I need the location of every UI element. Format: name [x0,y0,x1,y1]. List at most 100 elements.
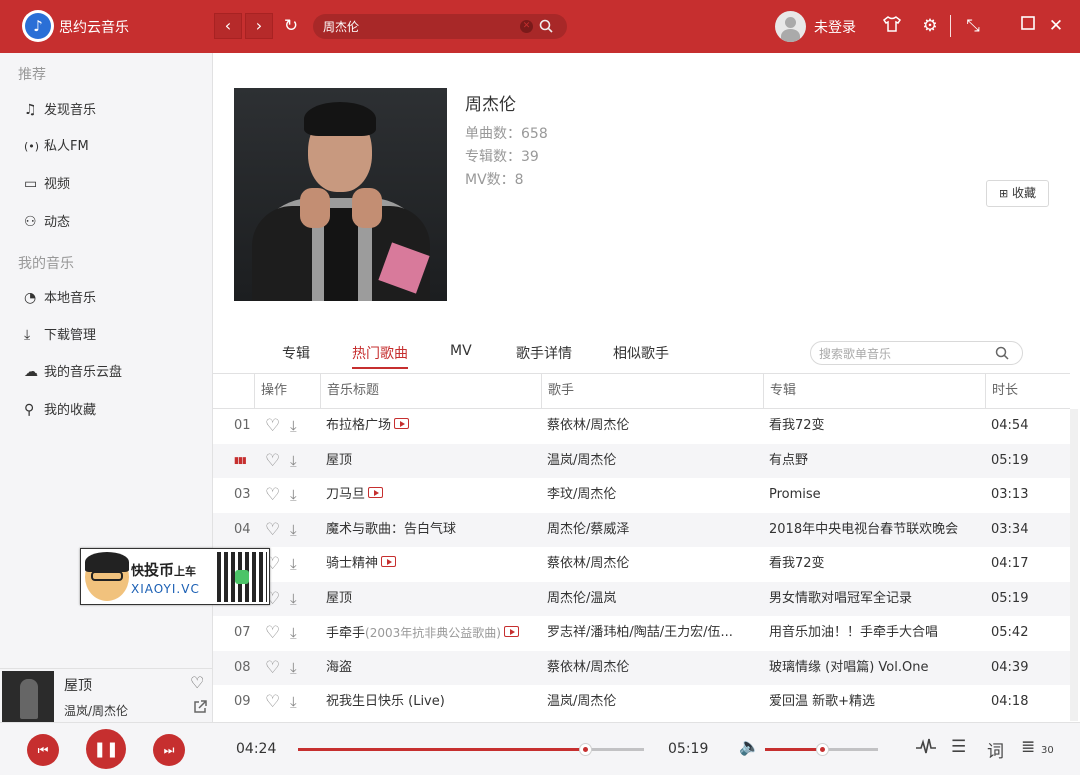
clear-icon[interactable]: ✕ [520,20,533,33]
song-search-input[interactable] [819,346,989,361]
download-icon[interactable]: ⤓ [290,478,297,512]
forward-button[interactable]: › [245,13,273,39]
refresh-button[interactable]: ↻ [280,13,302,39]
back-button[interactable]: ‹ [214,13,242,39]
sidebar-item-local-music[interactable]: ◔ 本地音乐 [24,286,96,310]
tab-similar-artists[interactable]: 相似歌手 [613,343,669,363]
download-icon[interactable]: ⤓ [290,685,297,719]
tab-mv[interactable]: MV [450,343,472,359]
volume-knob[interactable] [815,743,829,756]
song-album[interactable]: 用音乐加油！！手牵手大合唱 [769,616,981,650]
table-row[interactable]: 05♡⤓骑士精神蔡依林/周杰伦看我72变04:17 [213,547,1070,581]
tab-hot-songs[interactable]: 热门歌曲 [352,343,408,363]
skin-shirt-icon[interactable] [880,14,904,38]
maximize-icon[interactable] [1016,14,1040,38]
volume-slider[interactable] [765,743,878,756]
song-singer[interactable]: 周杰伦/蔡威泽 [547,513,757,547]
song-singer[interactable]: 温岚/周杰伦 [547,685,757,719]
pause-button[interactable]: ❚❚ [86,729,126,769]
now-playing-cover[interactable] [2,671,54,723]
now-playing-mini[interactable]: 屋顶 温岚/周杰伦 ♡ [0,668,213,723]
sidebar-item-collection[interactable]: ⚲ 我的收藏 [24,398,96,422]
heart-icon[interactable]: ♡ [265,478,280,512]
download-icon[interactable]: ⤓ [290,547,297,581]
search-icon[interactable] [539,16,557,36]
song-singer[interactable]: 温岚/周杰伦 [547,444,757,478]
qr-code-icon [217,552,267,602]
tab-albums[interactable]: 专辑 [282,343,310,363]
scrollbar[interactable] [1070,409,1078,721]
lyrics-button[interactable]: 词 [987,737,1004,762]
progress-knob[interactable] [579,743,593,756]
song-album[interactable]: 看我72变 [769,547,981,581]
share-icon[interactable] [192,699,208,719]
song-album[interactable]: 有点野 [769,444,981,478]
previous-button[interactable]: ⏮ [27,734,59,766]
row-index: 08 [234,659,251,675]
sidebar-item-cloud[interactable]: ☁ 我的音乐云盘 [24,360,122,384]
heart-icon[interactable]: ♡ [265,685,280,719]
column-header-singer[interactable]: 歌手 [541,374,763,408]
volume-icon[interactable]: 🔈 [739,737,760,757]
user-avatar[interactable] [775,11,806,42]
song-singer[interactable]: 蔡依林/周杰伦 [547,651,757,685]
login-link[interactable]: 未登录 [814,17,856,37]
song-singer[interactable]: 周杰伦/温岚 [547,582,757,616]
song-album[interactable]: Promise [769,478,981,512]
song-album[interactable]: 看我72变 [769,409,981,443]
sidebar-item-discover[interactable]: ♫ 发现音乐 [24,98,96,122]
column-header-title[interactable]: 音乐标题 [320,374,541,408]
sound-effect-icon[interactable] [915,737,937,762]
song-album[interactable]: 爱回温 新歌+精选 [769,685,981,719]
song-singer[interactable]: 蔡依林/周杰伦 [547,409,757,443]
table-row[interactable]: 04 ♡ ⤓ 魔术与歌曲：告白气球 周杰伦/蔡威泽 2018年中央电视台春节联欢晚会 03:… [213,512,1070,547]
table-row[interactable]: 01 ♡ ⤓ 布拉格广场 蔡依林/周杰伦 看我72变 04:54 [213,409,1070,443]
playlist-icon[interactable]: ≣ [1021,737,1035,757]
sidebar-item-video[interactable]: ▭ 视频 [24,172,70,196]
column-header-album[interactable]: 专辑 [763,374,985,408]
song-singer[interactable]: 蔡依林/周杰伦 [547,547,757,581]
now-playing-artist[interactable]: 温岚/周杰伦 [64,702,128,719]
tab-artist-details[interactable]: 歌手详情 [516,343,572,363]
progress-bar[interactable] [298,743,644,756]
download-icon[interactable]: ⤓ [290,616,297,650]
song-album[interactable]: 男女情歌对唱冠军全记录 [769,582,981,616]
mv-play-icon[interactable] [368,487,384,498]
mv-play-icon[interactable] [381,556,397,567]
close-icon[interactable]: ✕ [1044,14,1068,38]
settings-gear-icon[interactable]: ⚙ [918,14,942,38]
sidebar-item-fm[interactable]: (•) 私人FM [24,135,89,159]
download-icon[interactable]: ⤓ [290,651,297,685]
heart-icon[interactable]: ♡ [190,673,204,692]
download-icon[interactable]: ⤓ [290,582,297,616]
download-icon[interactable]: ⤓ [290,444,297,478]
mv-play-icon[interactable] [394,418,410,429]
table-row[interactable]: 03 ♡ ⤓ 刀马旦 李玟/周杰伦 Promise 03:13 [213,478,1070,512]
sidebar-item-downloads[interactable]: ⤓ 下载管理 [24,323,96,347]
table-row[interactable]: ▮▮▮ ♡ ⤓ 屋顶 温岚/周杰伦 有点野 05:19 [213,443,1070,478]
column-header-duration[interactable]: 时长 [985,374,1070,408]
song-album[interactable]: 2018年中央电视台春节联欢晚会 [769,513,981,547]
heart-icon[interactable]: ♡ [265,409,280,443]
search-icon[interactable] [995,344,1009,366]
heart-icon[interactable]: ♡ [265,616,280,650]
sidebar-item-friends[interactable]: ⚇ 动态 [24,210,70,234]
table-row[interactable]: 07 ♡ ⤓ 手牵手(2003年抗非典公益歌曲) 罗志祥/潘玮柏/陶喆/王力宏/伍...… [213,616,1070,650]
table-row[interactable]: 08 ♡ ⤓ 海盗 蔡依林/周杰伦 玻璃情缘 (对唱篇) Vol.One 04:39 [213,650,1070,685]
table-row[interactable]: 06♡⤓屋顶周杰伦/温岚男女情歌对唱冠军全记录05:19 [213,581,1070,616]
heart-icon[interactable]: ♡ [265,513,280,547]
song-album[interactable]: 玻璃情缘 (对唱篇) Vol.One [769,651,981,685]
mini-mode-icon[interactable]: ⤡ [961,14,985,38]
song-singer[interactable]: 李玟/周杰伦 [547,478,757,512]
download-icon[interactable]: ⤓ [290,409,297,443]
next-button[interactable]: ⏭ [153,734,185,766]
heart-icon[interactable]: ♡ [265,651,280,685]
download-icon[interactable]: ⤓ [290,513,297,547]
heart-icon[interactable]: ♡ [265,444,280,478]
mv-play-icon[interactable] [503,626,519,637]
collect-button[interactable]: ⊞ 收藏 [986,180,1049,207]
play-mode-icon[interactable]: ☰ [951,737,966,757]
search-input[interactable] [323,17,513,36]
song-singer[interactable]: 罗志祥/潘玮柏/陶喆/王力宏/伍... [547,616,757,650]
table-row[interactable]: 09 ♡ ⤓ 祝我生日快乐 (Live) 温岚/周杰伦 爱回温 新歌+精选 04:18 [213,685,1070,719]
